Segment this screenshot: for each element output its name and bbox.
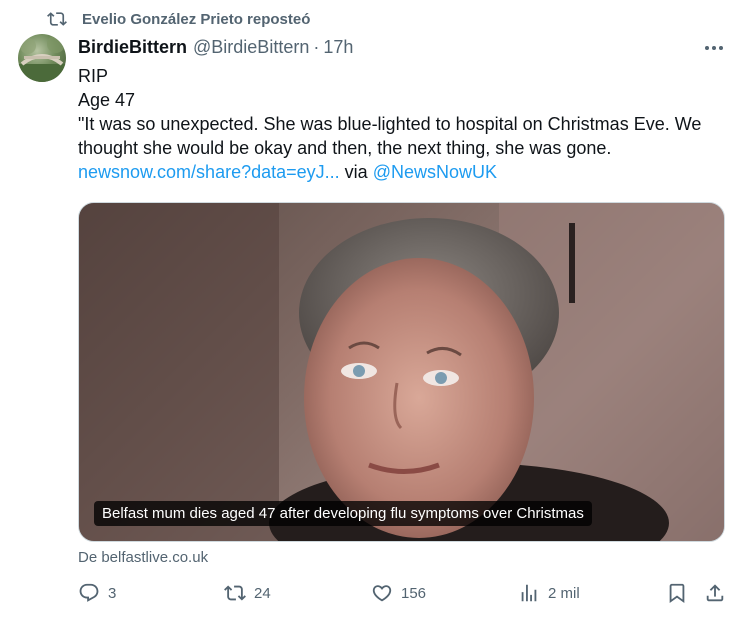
- like-button[interactable]: 156: [371, 582, 426, 604]
- avatar[interactable]: [18, 34, 66, 82]
- heart-icon: [372, 585, 392, 602]
- like-count: 156: [401, 584, 427, 602]
- user-handle[interactable]: @BirdieBittern: [193, 37, 309, 58]
- portrait-photo: [79, 203, 724, 541]
- display-name[interactable]: BirdieBittern: [78, 37, 187, 58]
- repost-label: Evelio González Prieto reposteó: [82, 10, 311, 28]
- views-button[interactable]: 2 mil: [518, 582, 580, 604]
- tweet-line: Age 47: [78, 90, 136, 110]
- share-button[interactable]: [704, 582, 734, 604]
- repost-button[interactable]: 24: [224, 582, 271, 604]
- reply-count: 3: [108, 584, 117, 602]
- more-options-icon[interactable]: [702, 38, 726, 58]
- mention-link[interactable]: @NewsNowUK: [373, 162, 497, 182]
- timestamp[interactable]: 17h: [323, 37, 353, 58]
- repost-icon: [47, 12, 67, 26]
- share-icon: [706, 584, 724, 602]
- card-caption: Belfast mum dies aged 47 after developin…: [94, 501, 592, 526]
- tweet-line: "It was so unexpected. She was blue-ligh…: [78, 114, 702, 134]
- bridge-landscape-icon: [18, 35, 66, 82]
- tweet-header: BirdieBittern @BirdieBittern · 17h: [78, 37, 708, 58]
- tweet-line: thought she would be okay and then, the …: [78, 138, 612, 158]
- view-count: 2 mil: [548, 584, 580, 602]
- analytics-icon: [521, 584, 537, 602]
- tweet-line: RIP: [78, 66, 109, 86]
- repost-banner[interactable]: Evelio González Prieto reposteó: [46, 9, 310, 29]
- repost-count: 24: [254, 584, 271, 602]
- separator-dot: ·: [313, 37, 320, 57]
- link-card-image[interactable]: Belfast mum dies aged 47 after developin…: [78, 202, 725, 542]
- bookmark-icon: [669, 583, 685, 604]
- card-source[interactable]: De belfastlive.co.uk: [78, 549, 208, 566]
- reply-button[interactable]: 3: [78, 582, 116, 604]
- share-link[interactable]: newsnow.com/share?data=eyJ...: [78, 162, 340, 182]
- bookmark-button[interactable]: [666, 582, 696, 604]
- tweet-link-line: newsnow.com/share?data=eyJ... via @NewsN…: [78, 160, 728, 184]
- reply-icon: [79, 583, 99, 602]
- via-text: via: [344, 162, 368, 182]
- tweet-text: RIP Age 47 "It was so unexpected. She wa…: [78, 64, 728, 184]
- action-bar: 3 24 156 2 mil: [78, 582, 748, 610]
- repost-icon: [224, 585, 246, 601]
